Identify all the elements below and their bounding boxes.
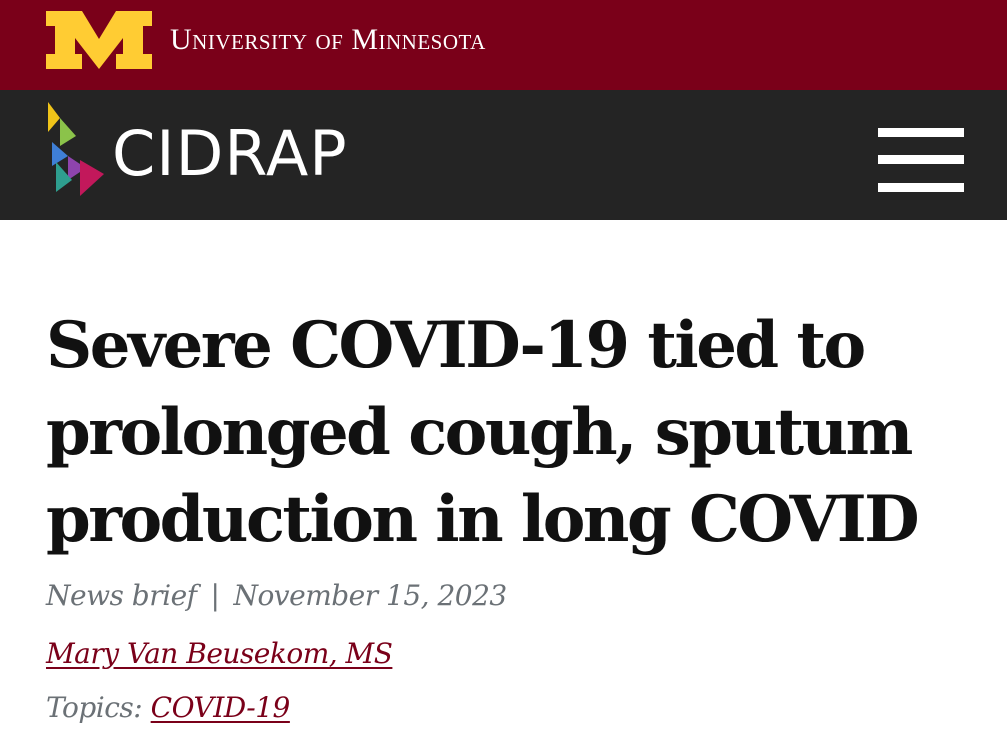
- topic-link[interactable]: COVID-19: [151, 691, 291, 724]
- menu-line: [878, 128, 964, 137]
- topics-label: Topics:: [46, 691, 143, 724]
- article-date: November 15, 2023: [233, 579, 507, 612]
- university-header: University of Minnesota: [0, 0, 1007, 90]
- hamburger-menu-icon[interactable]: [878, 128, 964, 192]
- menu-line: [878, 155, 964, 164]
- menu-line: [878, 183, 964, 192]
- article-topics: Topics: COVID-19: [46, 690, 290, 726]
- article-byline: Mary Van Beusekom, MS: [46, 636, 393, 672]
- meta-separator: |: [210, 579, 220, 612]
- university-name[interactable]: University of Minnesota: [170, 20, 486, 60]
- cidrap-logo-icon[interactable]: [42, 102, 112, 198]
- umn-block-m-logo[interactable]: [44, 9, 154, 71]
- cidrap-wordmark[interactable]: CIDRAP: [112, 118, 348, 190]
- article-type: News brief: [46, 579, 197, 612]
- article-title: Severe COVID-19 tied to prolonged cough,…: [46, 308, 920, 557]
- author-link[interactable]: Mary Van Beusekom, MS: [46, 637, 393, 670]
- site-header: CIDRAP: [0, 90, 1007, 220]
- article-meta: News brief | November 15, 2023: [46, 578, 507, 614]
